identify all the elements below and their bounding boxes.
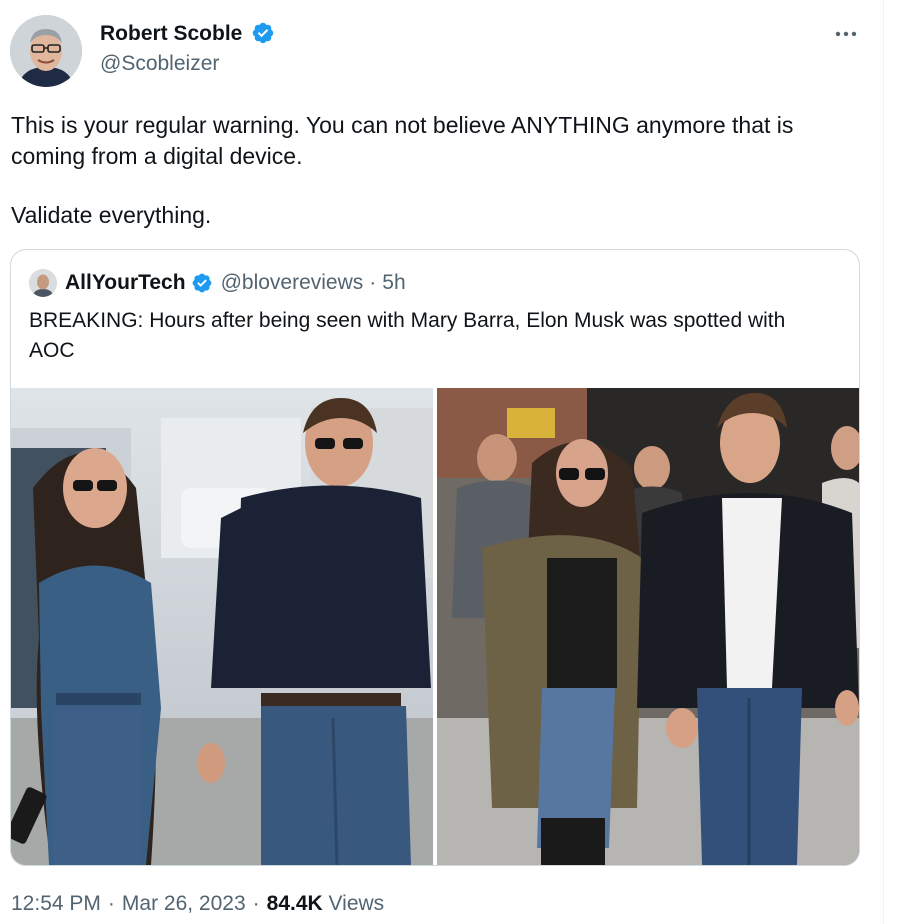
quoted-display-name[interactable]: AllYourTech	[65, 271, 186, 295]
meta-separator-2: ·	[252, 892, 260, 915]
quoted-separator: ·	[369, 271, 377, 294]
author-handle[interactable]: @Scobleizer	[100, 51, 219, 77]
author-avatar[interactable]	[10, 15, 82, 87]
views-count[interactable]: 84.4K	[267, 892, 323, 915]
quoted-timestamp[interactable]: 5h	[382, 271, 405, 295]
more-horizontal-icon[interactable]	[832, 20, 860, 48]
meta-separator-1: ·	[107, 892, 115, 915]
quoted-verified-badge-icon	[192, 273, 211, 293]
quoted-tweet-card[interactable]: AllYourTech @blovereviews · 5h BREAKING:…	[10, 249, 860, 866]
media-photo-right[interactable]	[437, 388, 859, 865]
tweet-paragraph-1: This is your regular warning. You can no…	[11, 112, 794, 169]
tweet-time[interactable]: 12:54 PM	[11, 892, 101, 915]
verified-badge-icon	[252, 22, 274, 44]
media-photo-left[interactable]	[11, 388, 433, 865]
quoted-tweet-text: BREAKING: Hours after being seen with Ma…	[29, 309, 786, 362]
column-divider	[883, 0, 884, 924]
quoted-author-avatar[interactable]	[29, 269, 57, 297]
quoted-media-grid[interactable]	[11, 388, 859, 865]
author-name-row[interactable]: Robert Scoble	[100, 20, 275, 48]
views-label: Views	[328, 892, 385, 915]
tweet-meta: 12:54 PM · Mar 26, 2023 · 84.4K Views	[11, 892, 384, 916]
author-display-name[interactable]: Robert Scoble	[100, 22, 242, 45]
quoted-tweet-header: AllYourTech @blovereviews · 5h	[29, 268, 406, 298]
quoted-handle[interactable]: @blovereviews	[221, 271, 364, 295]
tweet-text: This is your regular warning. You can no…	[11, 110, 861, 231]
tweet-date[interactable]: Mar 26, 2023	[122, 892, 246, 915]
tweet-paragraph-2: Validate everything.	[11, 202, 212, 228]
